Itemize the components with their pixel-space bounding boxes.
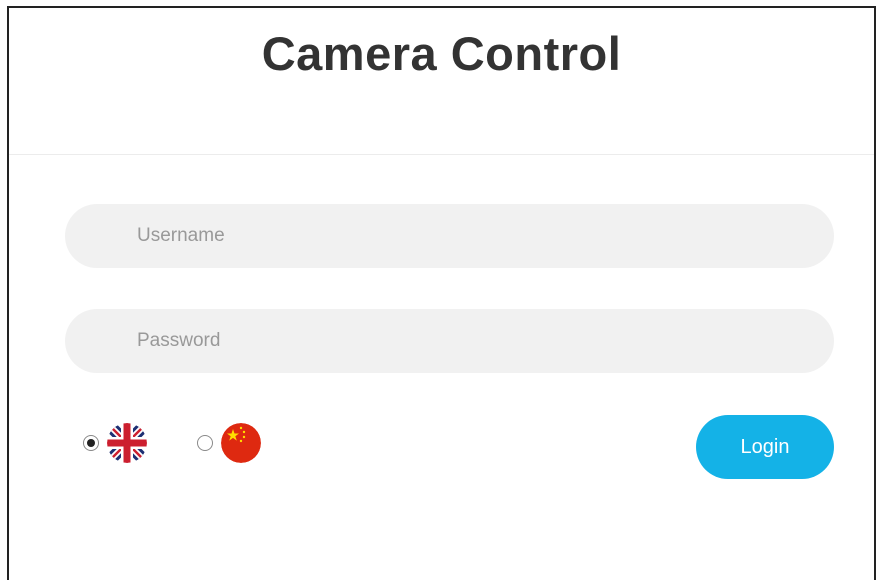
language-option-chinese[interactable]: [197, 423, 261, 463]
page-title: Camera Control: [261, 27, 622, 80]
china-flag-icon[interactable]: [221, 423, 261, 463]
uk-flag-icon[interactable]: [107, 423, 147, 463]
login-panel: Camera Control Username Login: [7, 6, 876, 580]
login-button[interactable]: Login: [696, 415, 834, 479]
username-input[interactable]: [65, 204, 834, 268]
password-input[interactable]: [65, 309, 834, 373]
radio-selected-dot: [87, 439, 95, 447]
english-radio[interactable]: [83, 435, 99, 451]
header: Camera Control: [9, 8, 874, 155]
chinese-radio[interactable]: [197, 435, 213, 451]
language-option-english[interactable]: [83, 423, 147, 463]
